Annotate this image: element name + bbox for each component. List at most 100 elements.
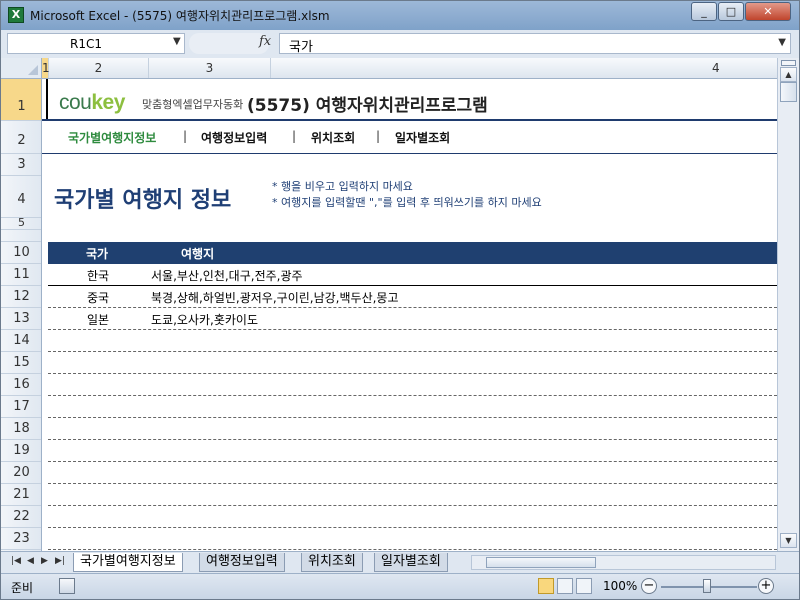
first-sheet-icon[interactable]: |◀ [11,556,21,566]
zoom-out-button[interactable]: − [641,578,657,594]
table-row[interactable] [48,440,777,462]
table-row[interactable] [48,396,777,418]
cell-destinations[interactable]: 도쿄,오사카,홋카이도 [151,311,258,328]
table-row[interactable] [48,418,777,440]
row-header[interactable]: 3 [1,154,41,176]
row-header[interactable]: 4 [1,176,41,218]
row-header[interactable]: 11 [1,264,41,286]
select-all-corner[interactable] [1,58,42,78]
nav-item-location-search[interactable]: 위치조회 [311,129,355,146]
row-header[interactable]: 2 [1,121,41,154]
horizontal-scrollbar[interactable] [471,555,776,570]
table-header: 국가 여행지 [48,242,777,264]
excel-app-icon[interactable]: X [8,7,24,23]
row-header[interactable]: 12 [1,286,41,308]
horizontal-scroll-thumb[interactable] [486,557,596,568]
vertical-scrollbar[interactable]: ▲ ▼ [777,58,799,551]
page-break-view-icon[interactable] [576,578,592,594]
row-header-bar: 1 2 3 4 5 10 11 12 13 14 15 16 17 18 19 … [1,79,42,551]
table-row[interactable] [48,352,777,374]
title-divider [42,119,777,121]
chevron-down-icon[interactable]: ▼ [173,36,181,47]
next-sheet-icon[interactable]: ▶ [41,556,48,566]
last-sheet-icon[interactable]: ▶| [55,556,65,566]
select-all-icon [28,65,38,75]
expand-formula-icon[interactable]: ▼ [778,37,786,48]
table-row[interactable] [48,484,777,506]
coukey-logo: coukey [59,91,125,115]
table-row[interactable] [48,374,777,396]
maximize-button[interactable]: □ [718,2,744,21]
column-header[interactable]: 4 [271,58,777,78]
cell-country[interactable]: 한국 [48,267,148,284]
sheet-tab-location-search[interactable]: 위치조회 [301,553,363,572]
nav-item-country-info[interactable]: 국가별여행지정보 [68,129,156,146]
cell-destinations[interactable]: 북경,상해,하얼빈,광저우,구이린,남강,백두산,몽고 [151,289,399,306]
sheet-tab-date-search[interactable]: 일자별조회 [374,553,448,572]
row-header[interactable]: 23 [1,528,41,550]
table-row[interactable]: 일본 도쿄,오사카,홋카이도 [48,308,777,330]
row-header[interactable]: 14 [1,330,41,352]
status-mode: 준비 [11,581,34,595]
section-title: 국가별 여행지 정보 [54,188,232,213]
zoom-level[interactable]: 100% [603,579,637,593]
split-box-handle[interactable] [781,60,796,66]
name-box[interactable]: R1C1 ▼ [7,33,185,54]
sheet-tab-country-info[interactable]: 국가별여행지정보 [73,553,183,572]
table-row[interactable]: 중국 북경,상해,하얼빈,광저우,구이린,남강,백두산,몽고 [48,286,777,308]
sheet-tab-travel-input[interactable]: 여행정보입력 [199,553,285,572]
formula-divider [189,33,269,54]
close-button[interactable]: ✕ [745,2,791,21]
prev-sheet-icon[interactable]: ◀ [27,556,34,566]
sheet-tab-bar: |◀ ◀ ▶ ▶| 국가별여행지정보 여행정보입력 위치조회 일자별조회 [1,551,799,573]
page-layout-view-icon[interactable] [557,578,573,594]
formula-bar: R1C1 ▼ fx 국가 ▼ [1,30,799,57]
window-title: Microsoft Excel - (5575) 여행자위치관리프로그램.xls… [30,9,330,23]
row-header[interactable]: 20 [1,462,41,484]
nav-separator: | [376,129,381,143]
column-header[interactable]: 1 [42,58,50,78]
nav-separator: | [292,129,297,143]
formula-input[interactable]: 국가 ▼ [279,33,791,55]
active-cell-cursor[interactable] [42,79,48,121]
note-text: * 여행지를 입력할땐 ","를 입력 후 띄워쓰기를 하지 마세요 [272,196,542,209]
logo-text-key: key [91,91,125,114]
zoom-slider-thumb[interactable] [703,579,711,593]
column-header[interactable]: 3 [149,58,271,78]
table-row[interactable] [48,506,777,528]
column-header-bar: 1 2 3 4 [1,58,777,79]
row-header[interactable]: 17 [1,396,41,418]
row-header[interactable]: 13 [1,308,41,330]
worksheet-grid[interactable]: coukey 맞춤형엑셀업무자동화 (5575) 여행자위치관리프로그램 국가별… [42,79,777,551]
cell-destinations[interactable]: 서울,부산,인천,대구,전주,광주 [151,267,303,284]
cell-country[interactable]: 중국 [48,289,148,306]
row-header[interactable]: 21 [1,484,41,506]
macro-record-icon[interactable] [59,578,75,594]
row-header[interactable]: 18 [1,418,41,440]
scroll-up-icon[interactable]: ▲ [780,67,797,82]
minimize-button[interactable]: _ [691,2,717,21]
zoom-in-button[interactable]: + [758,578,774,594]
row-header[interactable]: 22 [1,506,41,528]
nav-divider [42,153,777,154]
column-header[interactable]: 2 [49,58,149,78]
table-row[interactable]: 한국 서울,부산,인천,대구,전주,광주 [48,264,777,286]
table-row[interactable] [48,528,777,550]
table-row[interactable] [48,462,777,484]
name-box-value: R1C1 [70,37,102,51]
nav-item-date-search[interactable]: 일자별조회 [395,129,450,146]
row-header[interactable]: 16 [1,374,41,396]
row-header[interactable]: 1 [1,79,41,121]
row-header[interactable]: 19 [1,440,41,462]
scroll-thumb[interactable] [780,82,797,102]
cell-country[interactable]: 일본 [48,311,148,328]
scroll-down-icon[interactable]: ▼ [780,533,797,548]
normal-view-icon[interactable] [538,578,554,594]
table-row[interactable] [48,330,777,352]
nav-item-travel-input[interactable]: 여행정보입력 [201,129,267,146]
insert-function-icon[interactable]: fx [259,34,271,49]
logo-subtitle: 맞춤형엑셀업무자동화 [142,98,244,111]
row-header[interactable]: 5 [1,217,41,230]
row-header[interactable]: 15 [1,352,41,374]
row-header[interactable]: 10 [1,242,41,264]
